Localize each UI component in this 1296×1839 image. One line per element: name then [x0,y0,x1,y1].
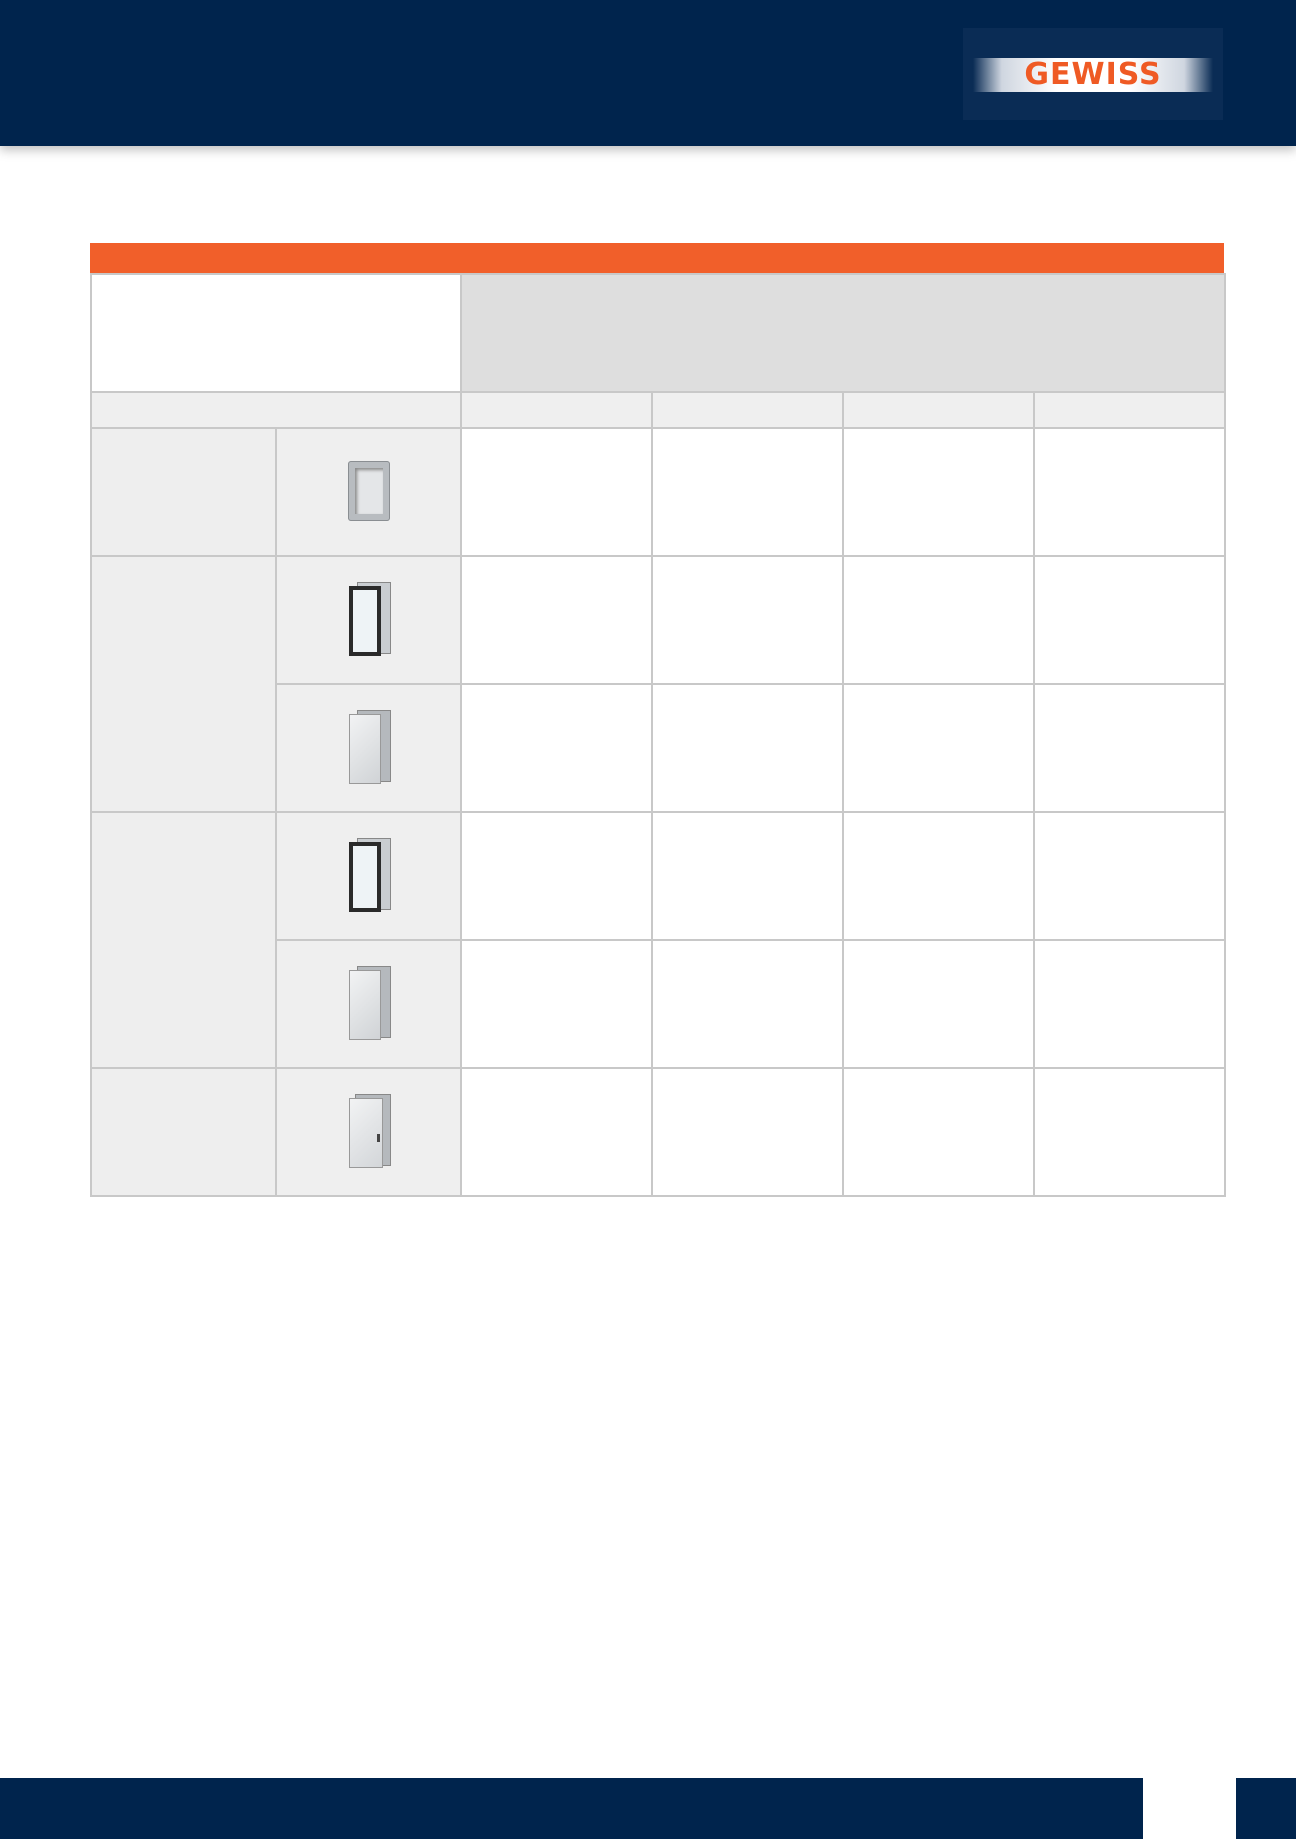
value-cell [842,1067,1035,1197]
value-cell [460,811,653,941]
subheader-cell [460,391,653,429]
table-title-bar [90,243,1224,273]
value-cell [651,555,844,685]
subheader-cell [90,391,462,429]
table-header-left [90,273,462,393]
value-cell [1033,939,1226,1069]
value-cell [460,939,653,1069]
table-row [90,1067,1226,1197]
gewiss-logo: GEWISS [963,28,1223,120]
logo-band: GEWISS [973,58,1213,92]
page-footer [0,1778,1143,1839]
category-cell [90,555,277,813]
table-row [90,427,1226,557]
value-cell [842,427,1035,557]
frame-icon [347,460,390,521]
value-cell [1033,555,1226,685]
opaque-door-icon [348,709,391,784]
subheader-cell [651,391,844,429]
value-cell [651,811,844,941]
value-cell [1033,1067,1226,1197]
table-row [90,555,1226,813]
value-cell [842,811,1035,941]
product-image-cell [275,427,462,557]
value-cell [460,683,653,813]
product-table [90,273,1226,1197]
subheader-cell [842,391,1035,429]
table-header-right [460,273,1226,393]
value-cell [651,1067,844,1197]
value-cell [651,683,844,813]
table-row [90,811,1226,1069]
page-number-tab [1236,1778,1296,1839]
logo-text: GEWISS [1024,57,1162,92]
value-cell [1033,427,1226,557]
value-cell [842,555,1035,685]
category-cell [90,811,277,1069]
page-header: GEWISS [0,0,1296,146]
transparent-door-icon [348,837,391,912]
opaque-door-icon [348,965,391,1040]
value-cell [1033,811,1226,941]
door-with-lock-icon [348,1093,391,1168]
product-image-cell [275,1067,462,1197]
value-cell [651,939,844,1069]
value-cell [460,427,653,557]
category-cell [90,1067,277,1197]
value-cell [842,939,1035,1069]
product-image-cell [275,811,462,941]
value-cell [1033,683,1226,813]
value-cell [651,427,844,557]
transparent-door-icon [348,581,391,656]
category-cell [90,427,277,557]
value-cell [842,683,1035,813]
value-cell [460,555,653,685]
product-image-cell [275,683,462,813]
subheader-cell [1033,391,1226,429]
product-image-cell [275,939,462,1069]
value-cell [460,1067,653,1197]
product-image-cell [275,555,462,685]
